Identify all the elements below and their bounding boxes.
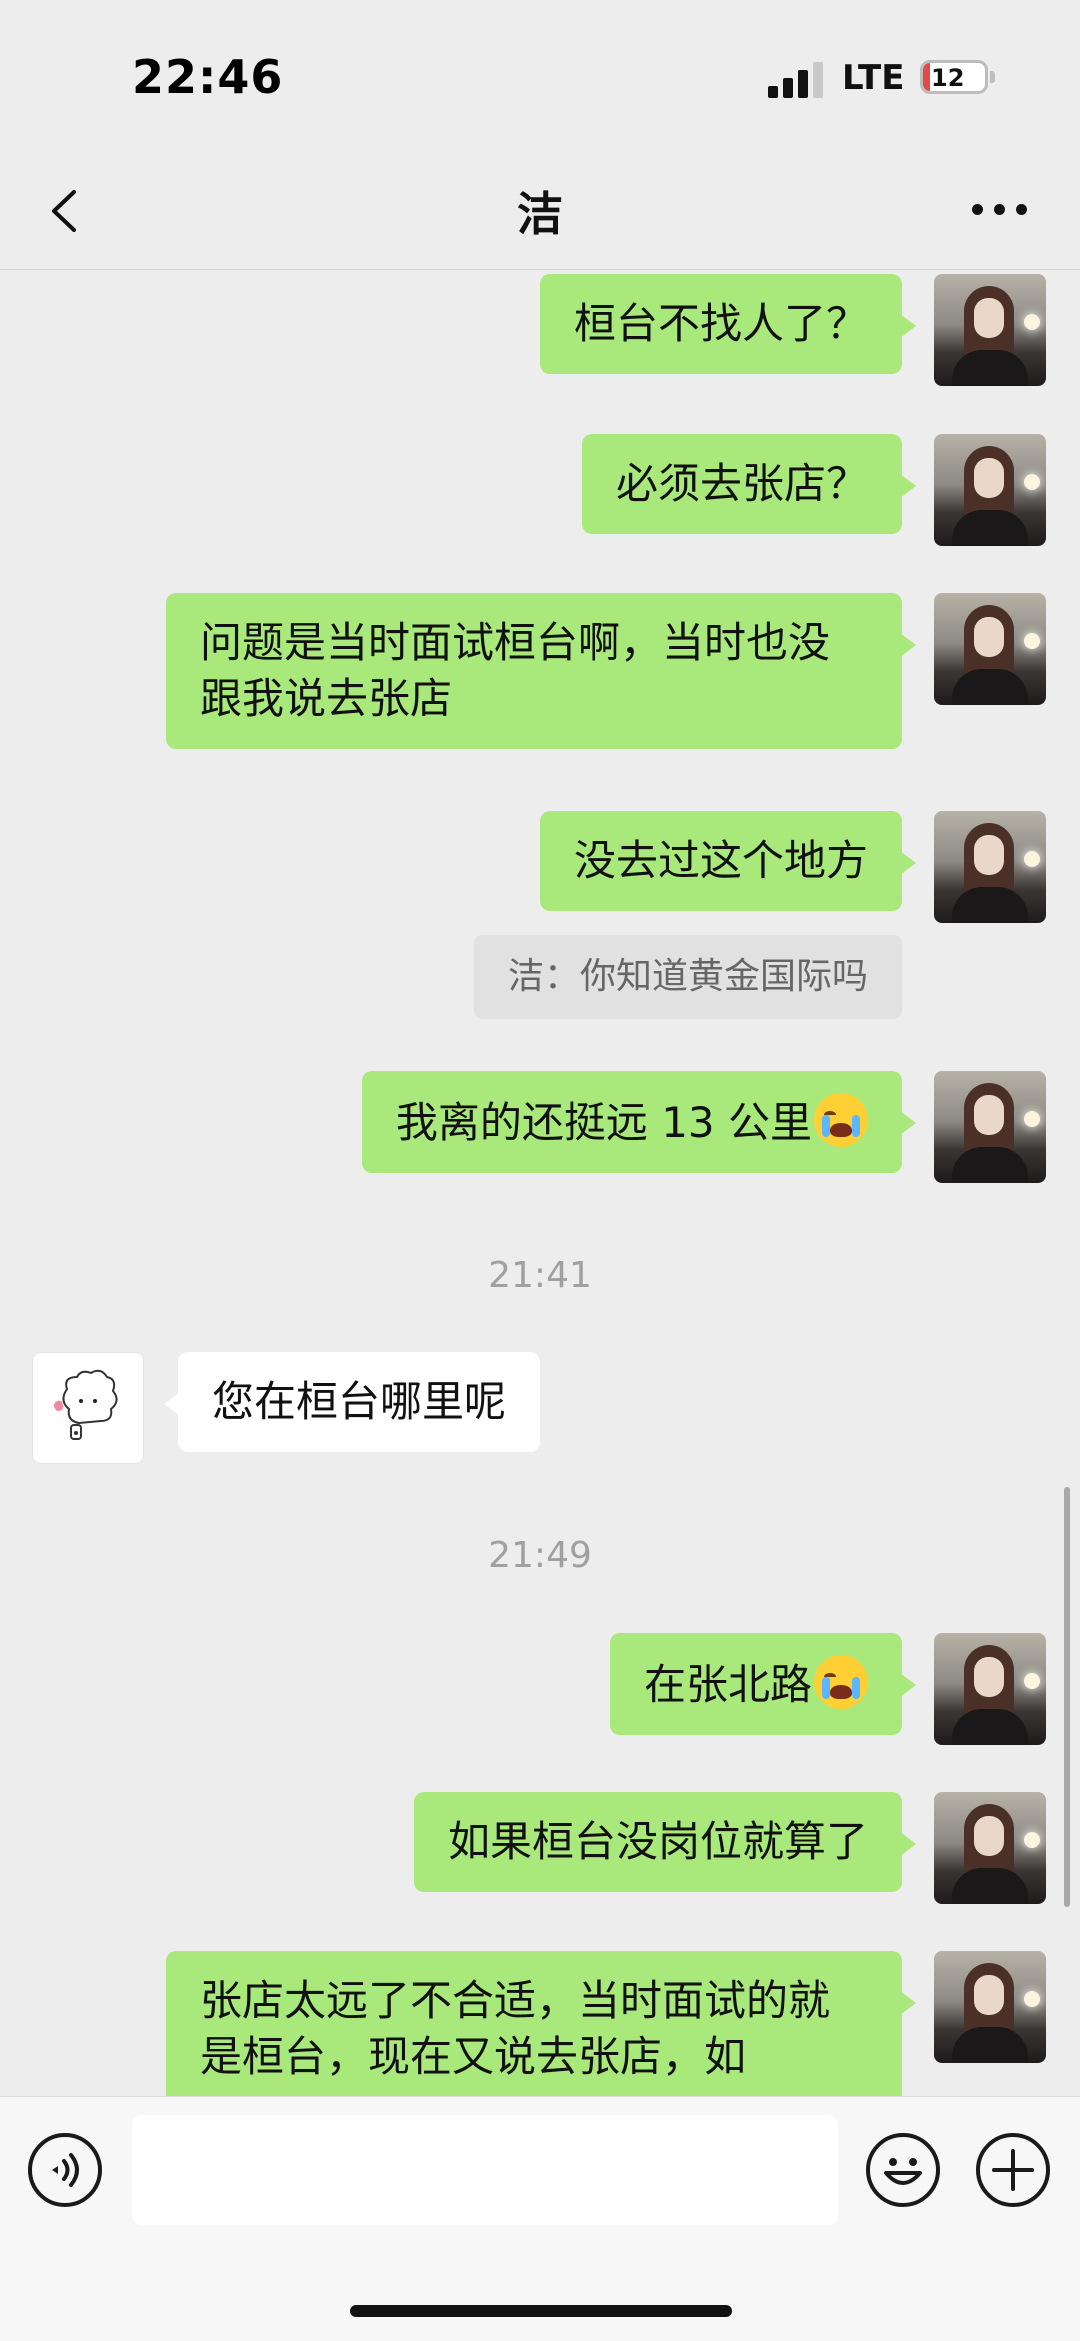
chat-header: 洁: [0, 150, 1080, 270]
plus-icon: [992, 2149, 1034, 2191]
crying-face-icon: [814, 1655, 868, 1709]
avatar[interactable]: [934, 811, 1046, 923]
more-functions-button[interactable]: [976, 2133, 1050, 2207]
status-bar: 22:46 LTE 12: [0, 0, 1080, 150]
avatar[interactable]: [934, 274, 1046, 386]
network-type: LTE: [842, 58, 905, 98]
crying-face-icon: [814, 1093, 868, 1147]
message-bubble[interactable]: 没去过这个地方: [539, 811, 917, 911]
status-time: 22:46: [132, 50, 284, 104]
home-indicator[interactable]: [350, 2305, 732, 2317]
message-bubble[interactable]: 如果桓台没岗位就算了: [413, 1792, 917, 1892]
chat-messages[interactable]: 桓台不找人了？ 必须去张店？ 问题是当时面试桓台啊，当时也没跟我说去张店 没去过…: [0, 271, 1080, 2096]
timestamp: 21:49: [488, 1535, 592, 1576]
battery-level: 12: [931, 64, 965, 92]
smiley-icon: [884, 2158, 922, 2185]
puppy-sticker-icon: [54, 1369, 118, 1440]
avatar[interactable]: [934, 434, 1046, 546]
message-bubble[interactable]: 张店太远了不合适，当时面试的就是桓台，现在又说去张店，如: [166, 1951, 916, 2096]
avatar[interactable]: [934, 593, 1046, 705]
message-bubble[interactable]: 桓台不找人了？: [539, 274, 917, 374]
emoji-button[interactable]: [866, 2133, 940, 2207]
message-bubble[interactable]: 我离的还挺远 13 公里: [361, 1071, 917, 1173]
battery-fill: [923, 63, 931, 91]
message-input[interactable]: [132, 2115, 838, 2225]
message-bubble[interactable]: 您在桓台哪里呢: [163, 1352, 541, 1452]
voice-input-button[interactable]: [28, 2133, 102, 2207]
avatar[interactable]: [32, 1352, 144, 1464]
battery-cap: [990, 71, 995, 83]
quoted-message[interactable]: 洁：你知道黄金国际吗: [473, 935, 902, 1019]
scrollbar[interactable]: [1064, 1487, 1070, 1907]
avatar[interactable]: [934, 1792, 1046, 1904]
message-bubble[interactable]: 问题是当时面试桓台啊，当时也没跟我说去张店: [166, 593, 916, 749]
message-bubble[interactable]: 在张北路: [609, 1633, 917, 1735]
avatar[interactable]: [934, 1071, 1046, 1183]
chat-title: 洁: [517, 187, 563, 241]
message-text: 我离的还挺远 13 公里: [395, 1098, 812, 1147]
avatar[interactable]: [934, 1951, 1046, 2063]
input-bar: [0, 2096, 1080, 2341]
voice-icon: [52, 2153, 79, 2187]
avatar[interactable]: [934, 1633, 1046, 1745]
message-bubble[interactable]: 必须去张店？: [581, 434, 917, 534]
timestamp: 21:41: [488, 1255, 592, 1296]
more-options-icon[interactable]: [972, 204, 1032, 218]
message-text: 在张北路: [643, 1660, 812, 1709]
signal-icon: [768, 62, 824, 98]
battery-icon: 12: [920, 60, 988, 94]
